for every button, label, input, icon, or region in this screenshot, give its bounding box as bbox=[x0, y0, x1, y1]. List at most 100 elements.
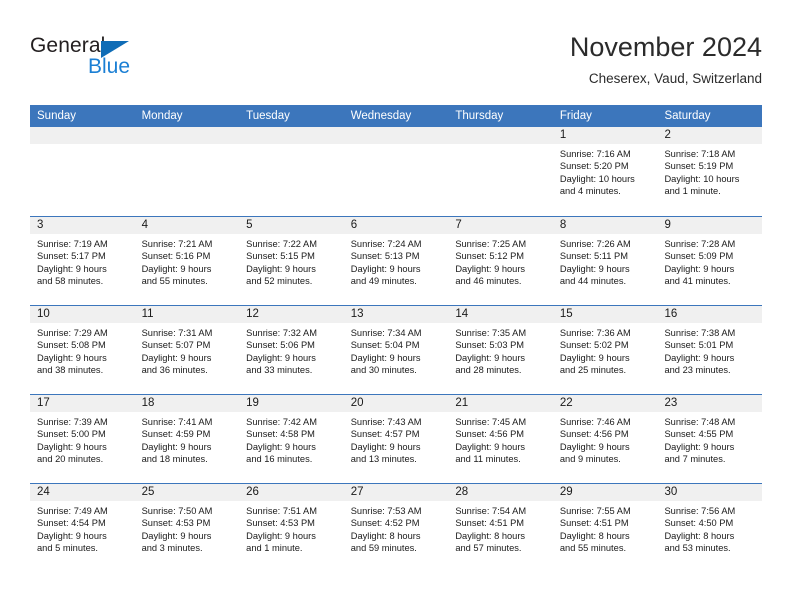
calendar-day-cell[interactable]: 2 Sunrise: 7:18 AM Sunset: 5:19 PM Daylight… bbox=[657, 127, 763, 216]
daylight-duration-line2: and 11 minutes. bbox=[455, 454, 521, 465]
daylight-duration-line1: Daylight: 9 hours bbox=[350, 441, 421, 452]
day-number: 11 bbox=[134, 306, 240, 323]
calendar-day-cell[interactable]: 9 Sunrise: 7:28 AM Sunset: 5:09 PM Daylight… bbox=[657, 217, 763, 305]
day-details: Sunrise: 7:54 AM Sunset: 4:51 PM Daylight:… bbox=[448, 501, 553, 555]
page-title: November 2024 bbox=[569, 32, 762, 62]
day-details: Sunrise: 7:24 AM Sunset: 5:13 PM Daylight:… bbox=[344, 234, 449, 288]
calendar-day-cell[interactable]: 24 Sunrise: 7:49 AM Sunset: 4:54 PM Dayligh… bbox=[30, 484, 135, 572]
day-number: 12 bbox=[239, 306, 344, 323]
calendar-day-cell[interactable]: 14 Sunrise: 7:35 AM Sunset: 5:03 PM Dayligh… bbox=[448, 306, 553, 394]
calendar-day-cell[interactable]: 3 Sunrise: 7:19 AM Sunset: 5:17 PM Daylight… bbox=[30, 217, 135, 305]
sunset-time: Sunset: 5:02 PM bbox=[559, 340, 629, 351]
sunrise-time: Sunrise: 7:25 AM bbox=[455, 239, 527, 249]
sunset-time: Sunset: 4:50 PM bbox=[664, 518, 734, 529]
sunset-time: Sunset: 4:55 PM bbox=[664, 429, 734, 440]
calendar-day-cell[interactable]: 1 Sunrise: 7:16 AM Sunset: 5:20 PM Daylight… bbox=[552, 127, 658, 216]
daylight-duration-line2: and 3 minutes. bbox=[141, 543, 203, 554]
sunset-time: Sunset: 4:56 PM bbox=[559, 429, 629, 440]
sunrise-time: Sunrise: 7:42 AM bbox=[246, 417, 317, 427]
sunrise-time: Sunrise: 7:49 AM bbox=[37, 506, 108, 516]
day-number: 26 bbox=[239, 484, 344, 501]
day-details: Sunrise: 7:26 AM Sunset: 5:11 PM Daylight:… bbox=[553, 234, 658, 288]
daylight-duration-line2: and 33 minutes. bbox=[246, 365, 313, 376]
daylight-duration-line1: Daylight: 8 hours bbox=[559, 530, 630, 541]
daylight-duration-line1: Daylight: 9 hours bbox=[350, 263, 421, 274]
daylight-duration-line2: and 55 minutes. bbox=[559, 543, 627, 554]
day-number: 1 bbox=[552, 127, 658, 144]
calendar-day-cell-empty bbox=[448, 127, 553, 216]
sunrise-time: Sunrise: 7:35 AM bbox=[455, 328, 527, 338]
calendar-day-cell[interactable]: 28 Sunrise: 7:54 AM Sunset: 4:51 PM Dayligh… bbox=[448, 484, 553, 572]
daylight-duration-line1: Daylight: 9 hours bbox=[559, 441, 630, 452]
calendar-day-cell[interactable]: 7 Sunrise: 7:25 AM Sunset: 5:12 PM Daylight… bbox=[448, 217, 553, 305]
calendar-day-cell-empty bbox=[30, 127, 135, 216]
calendar-day-cell[interactable]: 5 Sunrise: 7:22 AM Sunset: 5:15 PM Daylight… bbox=[239, 217, 344, 305]
day-details: Sunrise: 7:32 AM Sunset: 5:06 PM Daylight:… bbox=[239, 323, 344, 377]
brand-logo[interactable]: General Blue bbox=[30, 34, 190, 86]
day-details: Sunrise: 7:50 AM Sunset: 4:53 PM Daylight:… bbox=[135, 501, 240, 555]
day-number: 29 bbox=[552, 484, 658, 501]
sunset-time: Sunset: 4:57 PM bbox=[350, 429, 420, 440]
calendar-day-cell[interactable]: 4 Sunrise: 7:21 AM Sunset: 5:16 PM Daylight… bbox=[134, 217, 240, 305]
calendar-day-cell[interactable]: 21 Sunrise: 7:45 AM Sunset: 4:56 PM Dayligh… bbox=[448, 395, 553, 483]
calendar-day-cell[interactable]: 19 Sunrise: 7:42 AM Sunset: 4:58 PM Dayligh… bbox=[239, 395, 344, 483]
weekday-header-tuesday: Tuesday bbox=[246, 110, 290, 122]
calendar-day-cell[interactable]: 23 Sunrise: 7:48 AM Sunset: 4:55 PM Dayligh… bbox=[657, 395, 763, 483]
day-details: Sunrise: 7:42 AM Sunset: 4:58 PM Daylight:… bbox=[239, 412, 344, 466]
calendar-day-cell[interactable]: 29 Sunrise: 7:55 AM Sunset: 4:51 PM Dayligh… bbox=[552, 484, 658, 572]
daylight-duration-line1: Daylight: 8 hours bbox=[350, 530, 421, 541]
calendar-day-cell[interactable]: 6 Sunrise: 7:24 AM Sunset: 5:13 PM Daylight… bbox=[343, 217, 449, 305]
calendar-week-row: 3 Sunrise: 7:19 AM Sunset: 5:17 PM Daylight… bbox=[30, 216, 763, 305]
day-number: 10 bbox=[30, 306, 135, 323]
weekday-header-monday: Monday bbox=[141, 110, 183, 122]
sunrise-time: Sunrise: 7:24 AM bbox=[350, 239, 422, 249]
sunset-time: Sunset: 5:08 PM bbox=[37, 340, 106, 351]
calendar-day-cell[interactable]: 20 Sunrise: 7:43 AM Sunset: 4:57 PM Dayligh… bbox=[343, 395, 449, 483]
daylight-duration-line1: Daylight: 9 hours bbox=[559, 352, 630, 363]
calendar-day-cell[interactable]: 16 Sunrise: 7:38 AM Sunset: 5:01 PM Dayligh… bbox=[657, 306, 763, 394]
daylight-duration-line2: and 57 minutes. bbox=[455, 543, 522, 554]
calendar-day-cell[interactable]: 27 Sunrise: 7:53 AM Sunset: 4:52 PM Dayligh… bbox=[343, 484, 449, 572]
calendar-day-cell[interactable]: 18 Sunrise: 7:41 AM Sunset: 4:59 PM Dayligh… bbox=[134, 395, 240, 483]
daylight-duration-line1: Daylight: 8 hours bbox=[664, 530, 735, 541]
day-number bbox=[343, 127, 449, 144]
daylight-duration-line1: Daylight: 9 hours bbox=[350, 352, 421, 363]
day-details: Sunrise: 7:49 AM Sunset: 4:54 PM Daylight:… bbox=[30, 501, 135, 555]
daylight-duration-line2: and 38 minutes. bbox=[37, 365, 104, 376]
weekday-header-row: Sunday Monday Tuesday Wednesday Thursday Frid… bbox=[30, 105, 762, 127]
daylight-duration-line1: Daylight: 9 hours bbox=[141, 263, 212, 274]
sunrise-time: Sunrise: 7:26 AM bbox=[559, 239, 631, 249]
day-number: 21 bbox=[448, 395, 553, 412]
weekday-header-saturday: Saturday bbox=[664, 110, 711, 122]
day-details bbox=[344, 144, 449, 148]
day-number: 2 bbox=[657, 127, 763, 144]
sunset-time: Sunset: 5:11 PM bbox=[559, 251, 628, 262]
calendar-day-cell[interactable]: 30 Sunrise: 7:56 AM Sunset: 4:50 PM Dayligh… bbox=[657, 484, 763, 572]
calendar-day-cell[interactable]: 13 Sunrise: 7:34 AM Sunset: 5:04 PM Dayligh… bbox=[343, 306, 449, 394]
sunset-time: Sunset: 4:52 PM bbox=[350, 518, 420, 529]
sunrise-time: Sunrise: 7:29 AM bbox=[37, 328, 108, 338]
day-number: 4 bbox=[134, 217, 240, 234]
calendar-day-cell[interactable]: 15 Sunrise: 7:36 AM Sunset: 5:02 PM Dayligh… bbox=[552, 306, 658, 394]
day-details: Sunrise: 7:31 AM Sunset: 5:07 PM Daylight:… bbox=[135, 323, 240, 377]
day-number: 27 bbox=[343, 484, 449, 501]
daylight-duration-line1: Daylight: 9 hours bbox=[455, 263, 526, 274]
calendar-day-cell[interactable]: 10 Sunrise: 7:29 AM Sunset: 5:08 PM Dayligh… bbox=[30, 306, 135, 394]
day-number bbox=[239, 127, 344, 144]
calendar-day-cell[interactable]: 26 Sunrise: 7:51 AM Sunset: 4:53 PM Dayligh… bbox=[239, 484, 344, 572]
daylight-duration-line2: and 16 minutes. bbox=[246, 454, 313, 465]
calendar-day-cell[interactable]: 12 Sunrise: 7:32 AM Sunset: 5:06 PM Dayligh… bbox=[239, 306, 344, 394]
calendar-day-cell[interactable]: 22 Sunrise: 7:46 AM Sunset: 4:56 PM Dayligh… bbox=[552, 395, 658, 483]
calendar-day-cell[interactable]: 25 Sunrise: 7:50 AM Sunset: 4:53 PM Dayligh… bbox=[134, 484, 240, 572]
calendar-day-cell-empty bbox=[343, 127, 449, 216]
daylight-duration-line2: and 59 minutes. bbox=[350, 543, 417, 554]
sunset-time: Sunset: 5:01 PM bbox=[664, 340, 734, 351]
day-number: 30 bbox=[657, 484, 763, 501]
sunrise-time: Sunrise: 7:41 AM bbox=[141, 417, 213, 427]
day-number: 17 bbox=[30, 395, 135, 412]
daylight-duration-line2: and 36 minutes. bbox=[141, 365, 208, 376]
day-details: Sunrise: 7:35 AM Sunset: 5:03 PM Daylight:… bbox=[448, 323, 553, 377]
calendar-day-cell[interactable]: 8 Sunrise: 7:26 AM Sunset: 5:11 PM Daylight… bbox=[552, 217, 658, 305]
calendar-day-cell[interactable]: 11 Sunrise: 7:31 AM Sunset: 5:07 PM Dayligh… bbox=[134, 306, 240, 394]
calendar-day-cell[interactable]: 17 Sunrise: 7:39 AM Sunset: 5:00 PM Dayligh… bbox=[30, 395, 135, 483]
